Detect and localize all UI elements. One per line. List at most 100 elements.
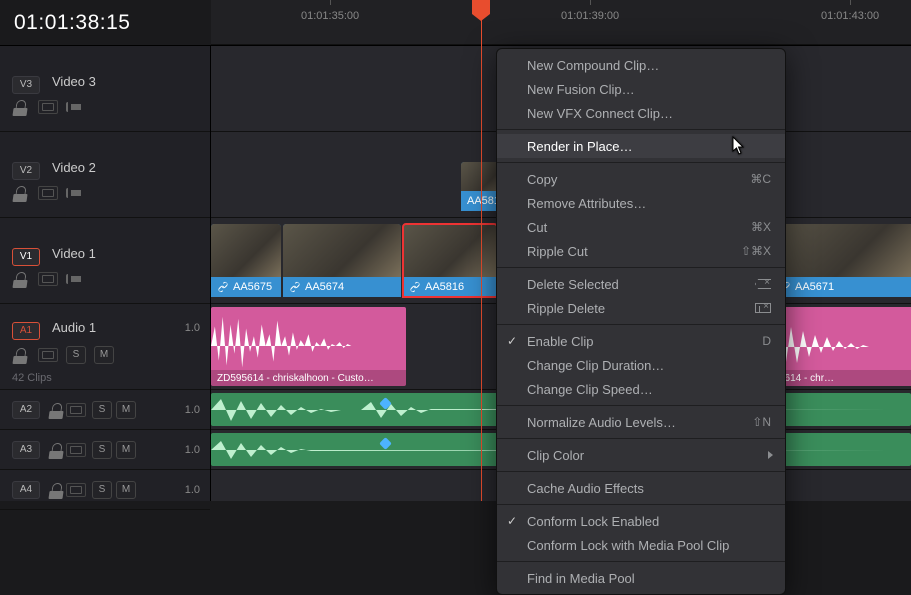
track-name-a1: Audio 1 — [52, 320, 96, 335]
lock-icon[interactable] — [12, 348, 30, 362]
audio-clip-a1-2[interactable]: 5614 - chr… — [773, 307, 911, 386]
clip-thumbnail — [211, 224, 281, 277]
menu-new-compound-clip[interactable]: New Compound Clip… — [497, 53, 785, 77]
menu-separator — [497, 129, 785, 130]
flag-icon[interactable] — [66, 188, 82, 198]
clip-thumbnail — [773, 224, 911, 277]
track-header-a3[interactable]: A3 S M 1.0 — [0, 430, 210, 470]
clip-v1-aa5675[interactable]: AA5675 — [211, 224, 281, 297]
auto-select-icon[interactable] — [66, 403, 86, 417]
timecode-display: 01:01:38:15 — [14, 11, 130, 35]
menu-separator — [497, 438, 785, 439]
menu-separator — [497, 324, 785, 325]
menu-clip-color[interactable]: Clip Color — [497, 443, 785, 467]
track-name-v1: Video 1 — [52, 246, 96, 261]
mute-button[interactable]: M — [116, 401, 136, 419]
track-index-a2[interactable]: A2 — [12, 401, 40, 419]
lock-icon[interactable] — [48, 443, 66, 457]
menu-separator — [497, 405, 785, 406]
ruler-tick: 01:01:35:00 — [301, 10, 359, 22]
menu-separator — [497, 267, 785, 268]
clip-thumbnail — [283, 224, 401, 277]
clip-label: AA5816 — [425, 281, 464, 293]
track-index-a1[interactable]: A1 — [12, 322, 40, 340]
menu-delete-selected[interactable]: Delete Selected — [497, 272, 785, 296]
timeline-ruler[interactable]: 01:01:35:00 01:01:39:00 01:01:43:00 — [211, 0, 911, 45]
track-index-v3[interactable]: V3 — [12, 76, 40, 94]
lock-icon[interactable] — [48, 403, 66, 417]
auto-select-icon[interactable] — [38, 186, 58, 200]
link-icon — [409, 281, 421, 293]
mute-button[interactable]: M — [94, 346, 114, 364]
lock-icon[interactable] — [12, 100, 30, 114]
track-header-a4[interactable]: A4 S M 1.0 — [0, 470, 210, 510]
lock-icon[interactable] — [48, 483, 66, 497]
track-header-v1[interactable]: V1 Video 1 — [0, 218, 210, 304]
menu-cut[interactable]: Cut⌘X — [497, 215, 785, 239]
solo-button[interactable]: S — [92, 401, 112, 419]
auto-select-icon[interactable] — [38, 348, 58, 362]
menu-new-vfx-connect-clip[interactable]: New VFX Connect Clip… — [497, 101, 785, 125]
ruler-tick: 01:01:43:00 — [821, 10, 879, 22]
menu-new-fusion-clip[interactable]: New Fusion Clip… — [497, 77, 785, 101]
auto-select-icon[interactable] — [66, 483, 86, 497]
audio-clip-a1-1[interactable]: ZD595614 - chriskalhoon - Custo… — [211, 307, 406, 386]
clip-label: AA5671 — [795, 281, 834, 293]
context-menu: New Compound Clip… New Fusion Clip… New … — [496, 48, 786, 595]
clip-v1-aa5816-selected[interactable]: AA5816 — [403, 224, 497, 297]
playhead[interactable] — [481, 0, 482, 501]
clip-v1-aa5674[interactable]: AA5674 — [283, 224, 401, 297]
shortcut-label: ⇧N — [752, 415, 771, 429]
menu-copy[interactable]: Copy⌘C — [497, 167, 785, 191]
track-index-a3[interactable]: A3 — [12, 441, 40, 459]
ruler-tick: 01:01:39:00 — [561, 10, 619, 22]
clip-label: AA5675 — [233, 281, 272, 293]
lock-icon[interactable] — [12, 272, 30, 286]
track-header-v3[interactable]: V3 Video 3 — [0, 46, 210, 132]
mute-button[interactable]: M — [116, 481, 136, 499]
menu-separator — [497, 471, 785, 472]
flag-icon[interactable] — [66, 102, 82, 112]
solo-button[interactable]: S — [92, 481, 112, 499]
ripple-delete-icon — [755, 303, 771, 313]
clip-label: 5614 - chr… — [779, 373, 834, 384]
track-header-a1[interactable]: A1 Audio 1 1.0 S M 42 Clips — [0, 304, 210, 390]
track-level-a1: 1.0 — [185, 322, 200, 334]
auto-select-icon[interactable] — [38, 272, 58, 286]
menu-conform-lock-enabled[interactable]: Conform Lock Enabled — [497, 509, 785, 533]
shortcut-label: ⌘C — [750, 172, 771, 186]
track-index-v2[interactable]: V2 — [12, 162, 40, 180]
backspace-icon — [755, 279, 771, 289]
auto-select-icon[interactable] — [66, 443, 86, 457]
menu-separator — [497, 561, 785, 562]
track-level-a4: 1.0 — [185, 484, 200, 496]
track-index-a4[interactable]: A4 — [12, 481, 40, 499]
menu-ripple-delete[interactable]: Ripple Delete — [497, 296, 785, 320]
menu-change-clip-speed[interactable]: Change Clip Speed… — [497, 377, 785, 401]
track-level-a3: 1.0 — [185, 444, 200, 456]
shortcut-label: D — [762, 334, 771, 348]
track-headers: V3 Video 3 V2 Video 2 — [0, 46, 211, 501]
menu-separator — [497, 162, 785, 163]
mute-button[interactable]: M — [116, 441, 136, 459]
track-header-a2[interactable]: A2 S M 1.0 — [0, 390, 210, 430]
menu-remove-attributes[interactable]: Remove Attributes… — [497, 191, 785, 215]
track-header-v2[interactable]: V2 Video 2 — [0, 132, 210, 218]
solo-button[interactable]: S — [92, 441, 112, 459]
menu-conform-lock-media-pool[interactable]: Conform Lock with Media Pool Clip — [497, 533, 785, 557]
menu-normalize-audio[interactable]: Normalize Audio Levels…⇧N — [497, 410, 785, 434]
lock-icon[interactable] — [12, 186, 30, 200]
clip-v1-aa5671[interactable]: AA5671 — [773, 224, 911, 297]
solo-button[interactable]: S — [66, 346, 86, 364]
menu-ripple-cut[interactable]: Ripple Cut⇧⌘X — [497, 239, 785, 263]
flag-icon[interactable] — [66, 274, 82, 284]
cursor-icon — [732, 136, 746, 156]
menu-find-in-media-pool[interactable]: Find in Media Pool — [497, 566, 785, 590]
link-icon — [289, 281, 301, 293]
track-index-v1[interactable]: V1 — [12, 248, 40, 266]
menu-change-clip-duration[interactable]: Change Clip Duration… — [497, 353, 785, 377]
track-name-v2: Video 2 — [52, 160, 96, 175]
auto-select-icon[interactable] — [38, 100, 58, 114]
menu-enable-clip[interactable]: Enable ClipD — [497, 329, 785, 353]
menu-cache-audio-effects[interactable]: Cache Audio Effects — [497, 476, 785, 500]
